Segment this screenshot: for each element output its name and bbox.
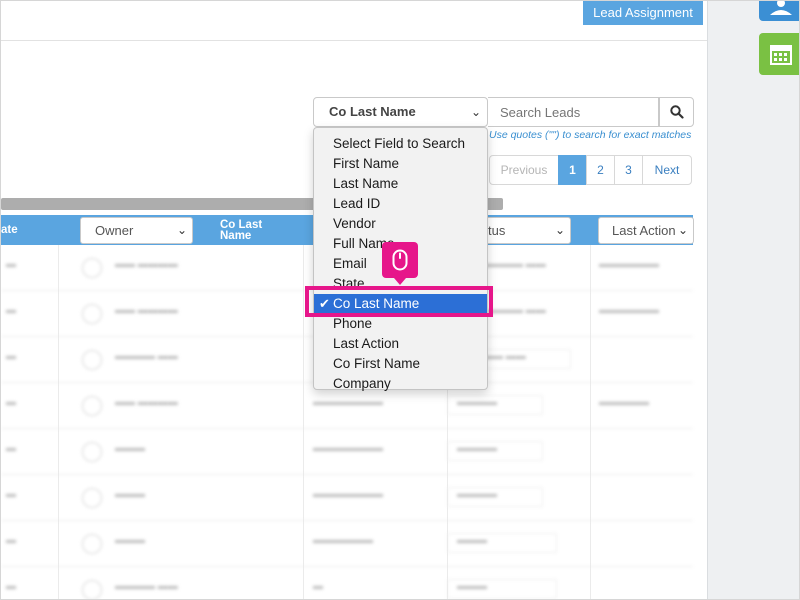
avatar — [82, 304, 102, 324]
owner-filter-select[interactable]: Owner ⌄ — [80, 217, 193, 244]
dropdown-option[interactable]: Company — [314, 374, 487, 394]
dropdown-option[interactable]: Last Action — [314, 334, 487, 354]
last-action-filter-label: Last Action — [612, 223, 676, 238]
dropdown-option[interactable]: Vendor — [314, 214, 487, 234]
page-1-button[interactable]: 1 — [558, 155, 587, 185]
avatar — [82, 580, 102, 599]
mouse-icon — [392, 249, 408, 271]
page-2-button[interactable]: 2 — [586, 155, 615, 185]
app-window: Lead Assignment Co Last Name ⌄ Use — [0, 0, 800, 600]
lead-assignment-button[interactable]: Lead Assignment — [583, 1, 703, 25]
tooltip-arrow — [394, 278, 406, 285]
column-co-last-name-header[interactable]: Co Last Name — [220, 219, 280, 242]
avatar — [82, 488, 102, 508]
table-row[interactable]: ▬ ▬▬▬ ▬▬▬▬▬▬ ▬▬▬ — [1, 521, 693, 567]
status-cell-select[interactable] — [447, 487, 543, 507]
dropdown-option[interactable]: Last Name — [314, 174, 487, 194]
calendar-button[interactable] — [759, 33, 799, 75]
search-icon — [670, 105, 684, 119]
chevron-down-icon: ⌄ — [176, 223, 187, 237]
search-hint: Use quotes ("") to search for exact matc… — [489, 129, 692, 141]
contacts-button[interactable] — [759, 1, 799, 21]
status-cell-select[interactable] — [447, 533, 557, 553]
highlight-box — [305, 286, 493, 317]
page-3-button[interactable]: 3 — [614, 155, 643, 185]
search-field-select[interactable]: Co Last Name ⌄ — [313, 97, 488, 127]
last-action-filter-select[interactable]: Last Action ⌄ — [598, 217, 694, 244]
search-field-value: Co Last Name — [329, 104, 416, 119]
status-filter-select[interactable]: tus ⌄ — [479, 217, 571, 244]
search-button[interactable] — [659, 97, 694, 127]
chevron-down-icon: ⌄ — [470, 105, 481, 119]
table-row[interactable]: ▬ ▬▬▬ ▬▬▬▬▬▬▬ ▬▬▬▬ — [1, 429, 693, 475]
avatar — [82, 534, 102, 554]
dropdown-option[interactable]: Select Field to Search — [314, 134, 487, 154]
dropdown-option[interactable]: Lead ID — [314, 194, 487, 214]
column-date-header[interactable]: ate — [1, 224, 18, 236]
dropdown-option[interactable]: Co First Name — [314, 354, 487, 374]
click-indicator — [382, 242, 418, 285]
pagination: Previous 1 2 3 Next — [489, 155, 692, 185]
dropdown-option[interactable]: Phone — [314, 314, 487, 334]
status-filter-label: tus — [488, 223, 506, 238]
owner-filter-label: Owner — [95, 223, 134, 238]
dropdown-option[interactable]: First Name — [314, 154, 487, 174]
avatar — [82, 258, 102, 278]
status-cell-select[interactable] — [447, 441, 543, 461]
calendar-icon — [770, 45, 792, 65]
avatar — [82, 396, 102, 416]
avatar — [82, 442, 102, 462]
table-row[interactable]: ▬ ▬▬▬ ▬▬▬▬▬▬▬ ▬▬▬▬ — [1, 475, 693, 521]
chevron-down-icon: ⌄ — [554, 223, 565, 237]
avatar — [82, 350, 102, 370]
chevron-down-icon: ⌄ — [677, 223, 688, 237]
header-divider — [1, 40, 707, 41]
search-input[interactable] — [488, 97, 659, 127]
contacts-icon — [770, 1, 792, 15]
previous-page-button[interactable]: Previous — [489, 155, 559, 185]
next-page-button[interactable]: Next — [642, 155, 692, 185]
status-cell-select[interactable] — [447, 579, 557, 599]
status-cell-select[interactable] — [447, 395, 543, 415]
table-row[interactable]: ▬ ▬▬▬▬ ▬▬ ▬ ▬▬▬ — [1, 567, 693, 599]
right-sidebar — [707, 1, 799, 599]
